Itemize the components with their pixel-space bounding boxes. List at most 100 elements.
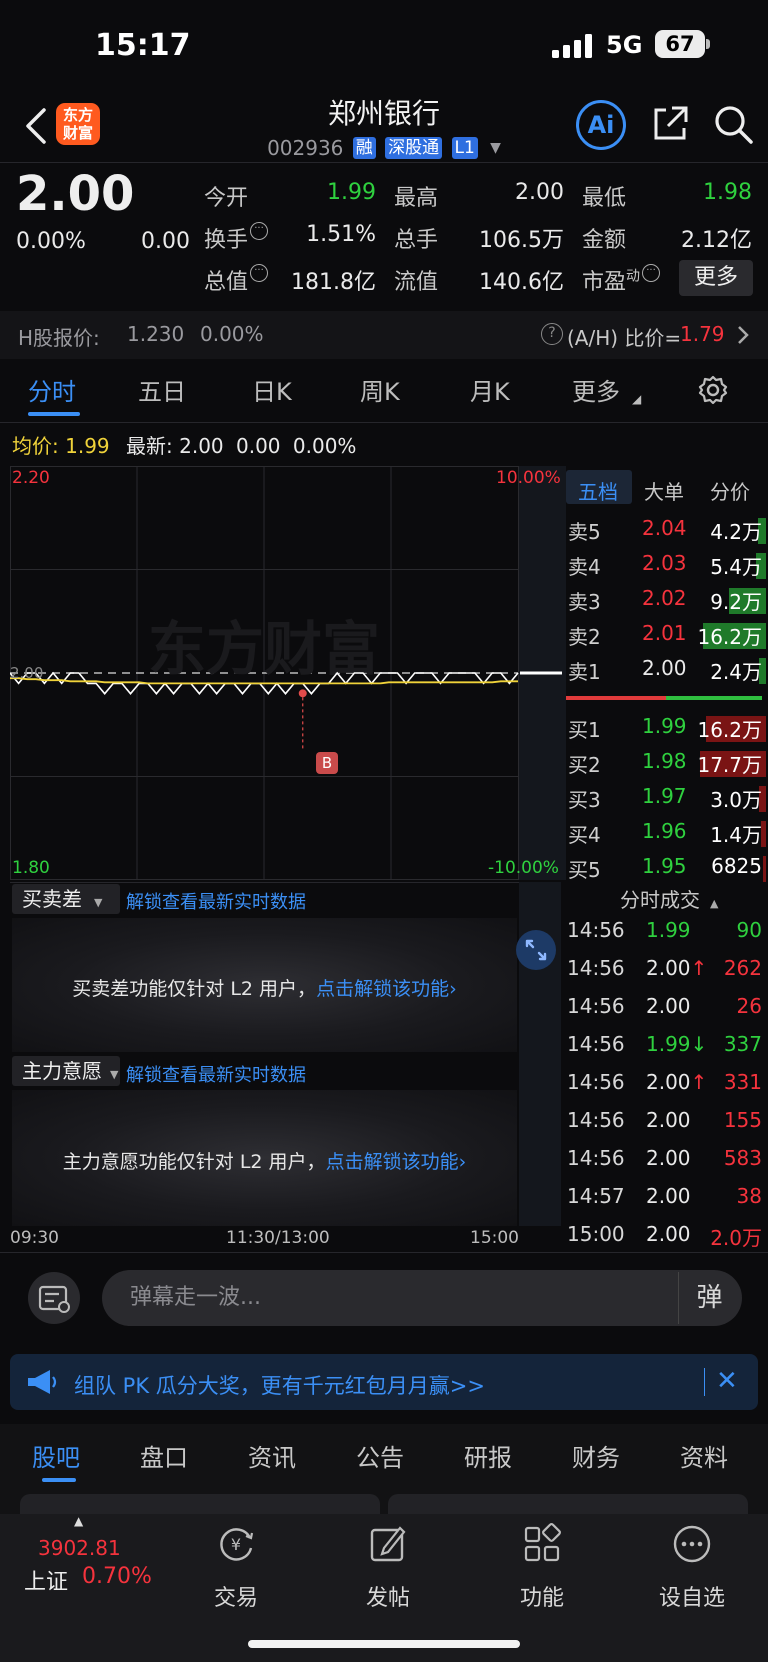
footer-post[interactable]: 发帖	[338, 1580, 438, 1612]
level-price: 2.04	[642, 516, 687, 540]
trade-volume: 583	[723, 1146, 762, 1170]
footer-trade[interactable]: 交易	[186, 1580, 286, 1612]
footer-functions[interactable]: 功能	[492, 1580, 592, 1612]
bid-level-1[interactable]: 买1 1.99 16.2万	[566, 714, 766, 748]
tab-news[interactable]: 资讯	[248, 1438, 296, 1473]
index-pct[interactable]: 0.70%	[82, 1564, 152, 1589]
tab-five-levels[interactable]: 五档	[578, 476, 618, 505]
main-force-chevron-icon: ›	[458, 1151, 467, 1173]
bid-level-4[interactable]: 买4 1.96 1.4万	[566, 819, 766, 853]
tab-price-distribution[interactable]: 分价	[710, 476, 750, 505]
chevron-right-icon[interactable]	[736, 324, 750, 346]
more-dots-icon[interactable]	[670, 1522, 714, 1566]
tab-monthly-k[interactable]: 月K	[470, 372, 510, 407]
ask-level-3[interactable]: 卖3 2.02 9.2万	[566, 586, 766, 620]
status-time: 15:17	[95, 28, 191, 63]
tab-large-orders[interactable]: 大单	[644, 476, 684, 505]
apps-grid-icon[interactable]	[520, 1522, 564, 1566]
tab-level2[interactable]: 盘口	[140, 1438, 188, 1473]
main-force-notice: 主力意愿功能仅针对 L2 用户，	[62, 1151, 326, 1173]
intraday-chart[interactable]: 东方财富	[10, 466, 566, 880]
level-volume: 3.0万	[710, 788, 762, 812]
change-percent: 0.00%	[16, 229, 86, 254]
x-label-open: 09:30	[10, 1228, 59, 1248]
promo-text[interactable]: 组队 PK 瓜分大奖，更有千元红包月月赢>>	[74, 1370, 485, 1400]
x-label-midday: 11:30/13:00	[226, 1228, 330, 1248]
close-icon[interactable]: ✕	[716, 1366, 738, 1396]
y-left-mid-label: 2.00	[10, 664, 44, 682]
trades-caret-icon: ▲	[710, 897, 719, 910]
tab-intraday[interactable]: 分时	[28, 372, 76, 407]
trade-icon[interactable]: ¥	[214, 1522, 258, 1566]
y-left-top-label: 2.20	[12, 468, 50, 488]
search-icon[interactable]	[712, 103, 754, 145]
level-volume: 6825	[711, 854, 762, 878]
level-price: 2.01	[642, 621, 687, 645]
settings-gear-icon[interactable]	[697, 374, 729, 406]
ask-level-2[interactable]: 卖2 2.01 16.2万	[566, 621, 766, 655]
quote-value-volume: 106.5万	[479, 228, 564, 253]
tab-five-day[interactable]: 五日	[138, 372, 186, 407]
stock-code: 002936	[267, 135, 344, 160]
trade-time: 15:00	[567, 1222, 625, 1246]
svg-text:¥: ¥	[231, 1535, 241, 1554]
tab-profile[interactable]: 资料	[680, 1438, 728, 1473]
index-value[interactable]: 3902.81	[38, 1536, 121, 1560]
quote-label-text: 流值	[394, 270, 439, 295]
tab-more[interactable]: 更多	[572, 372, 620, 407]
ask-level-5[interactable]: 卖5 2.04 4.2万	[566, 516, 766, 550]
info-dots-icon[interactable]: ···	[642, 264, 661, 282]
level-price: 1.99	[642, 714, 687, 738]
trade-row: 14:56 1.99↓ 337	[566, 1032, 766, 1068]
spread-selector[interactable]: 买卖差 ▼	[12, 884, 120, 914]
trade-volume: 2.0万	[710, 1226, 762, 1250]
index-name[interactable]: 上证	[24, 1564, 68, 1596]
help-icon[interactable]: ?	[541, 323, 563, 345]
danmaku-settings-icon[interactable]	[28, 1272, 80, 1324]
bid-level-5[interactable]: 买5 1.95 6825	[566, 854, 766, 888]
header-divider	[0, 162, 768, 163]
trades-title[interactable]: 分时成交 ▲	[620, 884, 718, 913]
trade-volume: 26	[736, 994, 762, 1018]
network-type: 5G	[606, 31, 643, 59]
tab-weekly-k[interactable]: 周K	[360, 372, 400, 407]
ask-level-4[interactable]: 卖4 2.03 5.4万	[566, 551, 766, 585]
buy-marker[interactable]: B	[316, 752, 338, 774]
main-force-selector[interactable]: 主力意愿 ▼	[12, 1056, 120, 1086]
info-dots-icon[interactable]: ···	[250, 264, 269, 282]
tab-announcements[interactable]: 公告	[356, 1438, 404, 1473]
bid-level-3[interactable]: 买3 1.97 3.0万	[566, 784, 766, 818]
ai-assistant-icon[interactable]: Ai	[576, 100, 626, 150]
main-force-unlock-link[interactable]: 解锁查看最新实时数据	[126, 1061, 306, 1087]
footer-watchlist[interactable]: 设自选	[642, 1580, 742, 1612]
danmaku-send-button[interactable]: 弹	[678, 1272, 740, 1324]
quote-label-volume: 总手	[394, 222, 438, 254]
main-force-unlock-button[interactable]: 点击解锁该功能	[326, 1151, 459, 1173]
danmaku-input[interactable]: 弹幕走一波...	[102, 1270, 742, 1326]
info-dots-icon[interactable]: ···	[250, 222, 269, 240]
tab-daily-k[interactable]: 日K	[252, 372, 292, 407]
trade-time: 14:56	[567, 1146, 625, 1170]
tab-forum[interactable]: 股吧	[32, 1438, 80, 1473]
tab-more-caret-icon: ◢	[632, 392, 642, 406]
dropdown-caret-icon[interactable]: ▼	[490, 140, 501, 156]
quote-label-amount: 金额	[582, 222, 626, 254]
last-label: 最新:	[126, 434, 173, 458]
quote-label-open: 今开	[204, 180, 248, 212]
spread-unlock-link[interactable]: 解锁查看最新实时数据	[126, 888, 306, 914]
expand-icon[interactable]	[516, 930, 556, 970]
share-icon[interactable]	[650, 104, 690, 144]
more-quote-button[interactable]: 更多	[679, 260, 753, 296]
compose-icon[interactable]	[366, 1522, 410, 1566]
trade-volume: 337	[723, 1032, 762, 1056]
spread-unlock-button[interactable]: 点击解锁该功能	[316, 978, 449, 1000]
quote-label-text: 今开	[204, 186, 249, 211]
level-label: 买5	[568, 858, 601, 882]
tab-financials[interactable]: 财务	[572, 1438, 620, 1473]
trade-price: 2.00	[646, 994, 691, 1018]
tab-research[interactable]: 研报	[464, 1438, 512, 1473]
ask-level-1[interactable]: 卖1 2.00 2.4万	[566, 656, 766, 690]
trade-row: 14:56 2.00↑ 262	[566, 956, 766, 992]
quote-value-high: 2.00	[515, 180, 564, 205]
bid-level-2[interactable]: 买2 1.98 17.7万	[566, 749, 766, 783]
